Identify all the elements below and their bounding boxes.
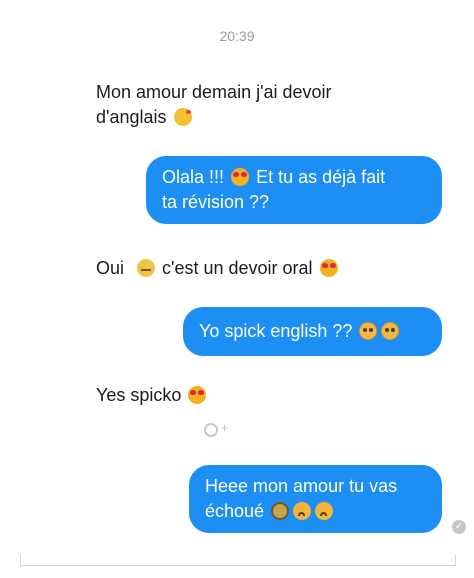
incoming-message[interactable]: Yes spicko — [96, 383, 208, 408]
message-text: Olala !!! — [162, 167, 225, 187]
outgoing-message[interactable]: Olala !!! Et tu as déjà fait ta révision… — [146, 156, 442, 224]
outgoing-message[interactable]: Heee mon amour tu vas échoué — [189, 465, 442, 533]
outgoing-message[interactable]: Yo spick english ?? — [183, 307, 442, 356]
message-text-line: ta révision ?? — [162, 192, 270, 212]
seen-check-icon: ✓ — [452, 520, 466, 534]
message-text: Et tu as déjà fait — [256, 167, 386, 187]
message-text-line: Heee mon amour tu vas — [205, 476, 398, 496]
message-text: c'est un devoir oral — [162, 258, 313, 278]
message-text-line: échoué — [205, 499, 426, 524]
composer-border — [455, 555, 456, 565]
worried-icon — [293, 502, 312, 520]
flushed-icon — [359, 322, 378, 340]
plus-icon[interactable]: + — [221, 421, 228, 435]
message-text-line: Olala !!! Et tu as déjà fait — [162, 165, 426, 190]
heart-eyes-icon — [188, 386, 207, 404]
heart-eyes-icon — [319, 259, 338, 277]
composer-border — [20, 565, 456, 566]
chat-screen: 20:39 Mon amour demain j'ai devoir d'ang… — [0, 0, 474, 578]
worried-icon — [315, 502, 334, 520]
message-text-line: Mon amour demain j'ai devoir — [96, 82, 332, 102]
message-text: Yes spicko — [96, 385, 182, 405]
message-text: échoué — [205, 501, 265, 521]
message-timestamp: 20:39 — [219, 28, 255, 44]
incoming-message[interactable]: Oui c'est un devoir oral — [96, 256, 340, 281]
incoming-message[interactable]: Mon amour demain j'ai devoir d'anglais — [96, 80, 332, 130]
old-man-icon — [271, 502, 290, 520]
message-text-line: d'anglais — [96, 105, 332, 130]
kiss-icon — [173, 108, 192, 126]
message-text: d'anglais — [96, 107, 167, 127]
sweat-smile-icon — [137, 259, 156, 277]
composer-border — [20, 555, 21, 565]
add-reaction-icon[interactable] — [204, 423, 218, 437]
message-text: Yo spick english ?? — [199, 321, 353, 341]
message-text: Oui — [96, 258, 125, 278]
heart-eyes-icon — [231, 168, 250, 186]
flushed-icon — [381, 322, 400, 340]
